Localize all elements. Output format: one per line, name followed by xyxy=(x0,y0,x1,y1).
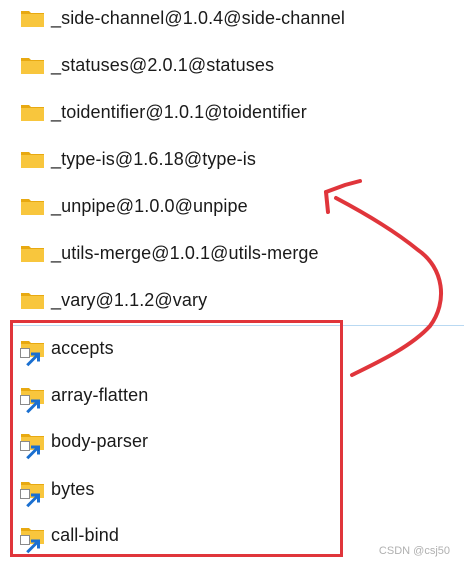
folder-icon xyxy=(20,243,45,263)
folder-item-side-channel[interactable]: _side-channel@1.0.4@side-channel xyxy=(20,3,345,33)
folder-label: _type-is@1.6.18@type-is xyxy=(51,148,256,169)
folder-icon xyxy=(20,102,45,122)
folder-item-unpipe[interactable]: _unpipe@1.0.0@unpipe xyxy=(20,191,248,221)
folder-item-type-is[interactable]: _type-is@1.6.18@type-is xyxy=(20,144,256,174)
folder-label: _utils-merge@1.0.1@utils-merge xyxy=(51,242,319,263)
folder-label: _toidentifier@1.0.1@toidentifier xyxy=(51,101,307,122)
folder-item-utils-merge[interactable]: _utils-merge@1.0.1@utils-merge xyxy=(20,238,319,268)
folder-icon xyxy=(20,55,45,75)
folder-icon xyxy=(20,196,45,216)
folder-icon xyxy=(20,290,45,310)
highlight-box xyxy=(10,320,343,557)
folder-item-statuses[interactable]: _statuses@2.0.1@statuses xyxy=(20,50,274,80)
folder-label: _unpipe@1.0.0@unpipe xyxy=(51,195,248,216)
file-explorer-list: _side-channel@1.0.4@side-channel _status… xyxy=(0,0,464,567)
folder-label: _side-channel@1.0.4@side-channel xyxy=(51,7,345,28)
folder-icon xyxy=(20,8,45,28)
folder-label: _vary@1.1.2@vary xyxy=(51,289,208,310)
folder-label: _statuses@2.0.1@statuses xyxy=(51,54,275,75)
watermark: CSDN @csj50 xyxy=(378,545,450,557)
folder-item-toidentifier[interactable]: _toidentifier@1.0.1@toidentifier xyxy=(20,97,307,127)
folder-icon xyxy=(20,149,45,169)
folder-item-vary[interactable]: _vary@1.1.2@vary xyxy=(20,285,207,315)
